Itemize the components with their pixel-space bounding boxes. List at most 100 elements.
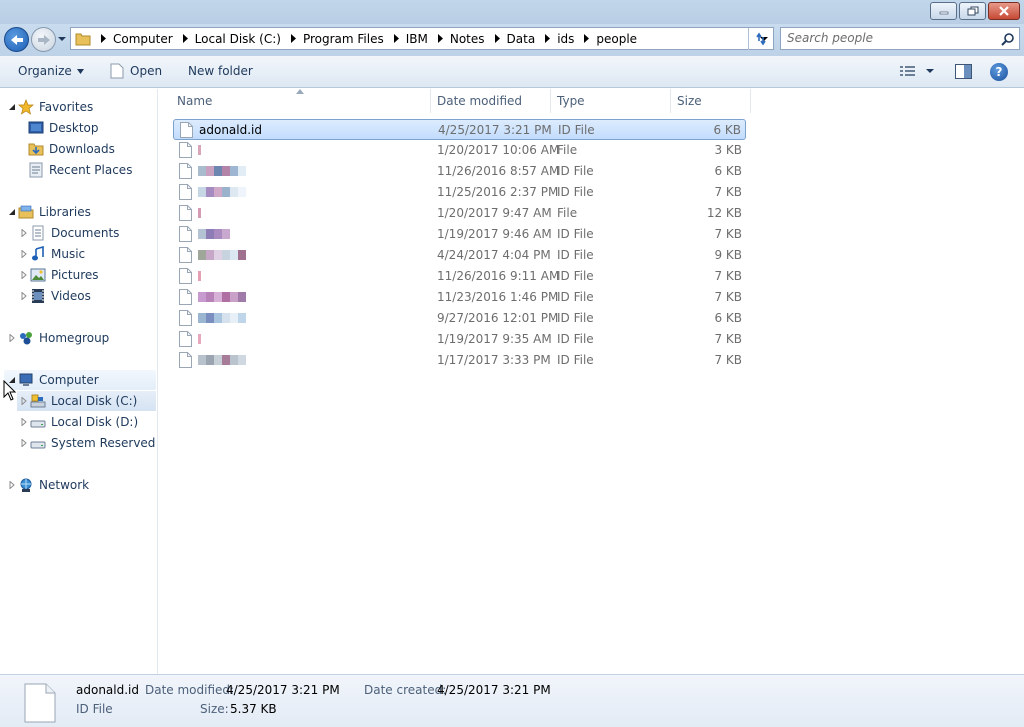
details-pane: adonald.id ID File Date modified: 4/25/2… xyxy=(0,674,1024,727)
file-row[interactable]: 1/19/2017 9:46 AM ID File 7 KB xyxy=(173,224,746,245)
nav-local-disk-d[interactable]: Local Disk (D:) xyxy=(20,412,138,432)
file-type: File xyxy=(557,206,578,220)
nav-pictures[interactable]: Pictures xyxy=(20,265,99,285)
collapsed-arrow-icon[interactable] xyxy=(20,250,28,258)
file-row[interactable]: 11/26/2016 9:11 AM ID File 7 KB xyxy=(173,266,746,287)
crumb-data[interactable]: Data xyxy=(507,32,536,46)
address-bar[interactable]: Computer Local Disk (C:) Program Files I… xyxy=(70,27,774,50)
crumb-notes[interactable]: Notes xyxy=(450,32,485,46)
nav-recent-places-label: Recent Places xyxy=(49,163,133,177)
file-icon xyxy=(179,310,192,326)
column-date-modified[interactable]: Date modified xyxy=(437,89,522,113)
file-row[interactable]: 4/24/2017 4:04 PM ID File 9 KB xyxy=(173,245,746,266)
column-separator[interactable] xyxy=(430,89,431,113)
chevron-right-icon[interactable] xyxy=(543,34,551,43)
chevron-right-icon[interactable] xyxy=(99,34,107,43)
file-row[interactable]: 11/26/2016 8:57 AM ID File 6 KB xyxy=(173,161,746,182)
nav-libraries[interactable]: Libraries xyxy=(8,202,91,222)
collapsed-arrow-icon[interactable] xyxy=(20,229,28,237)
chevron-right-icon[interactable] xyxy=(582,34,590,43)
documents-icon xyxy=(32,225,44,241)
change-view-button[interactable] xyxy=(900,65,936,77)
nav-system-reserved[interactable]: System Reserved (F:) xyxy=(20,433,179,453)
crumb-ibm[interactable]: IBM xyxy=(406,32,428,46)
nav-recent-places[interactable]: Recent Places xyxy=(28,160,132,180)
collapsed-arrow-icon[interactable] xyxy=(8,481,16,489)
file-row[interactable]: 11/23/2016 1:46 PM ID File 7 KB xyxy=(173,287,746,308)
file-row[interactable]: 11/25/2016 2:37 PM ID File 7 KB xyxy=(173,182,746,203)
collapsed-arrow-icon[interactable] xyxy=(20,292,28,300)
new-folder-button[interactable]: New folder xyxy=(188,64,253,78)
file-icon xyxy=(179,184,192,200)
chevron-right-icon[interactable] xyxy=(436,34,444,43)
column-size[interactable]: Size xyxy=(677,89,702,113)
preview-pane-icon[interactable] xyxy=(955,64,972,79)
details-date-modified-label: Date modified: xyxy=(145,683,235,697)
collapsed-arrow-icon[interactable] xyxy=(20,271,28,279)
crumb-local-disk-c[interactable]: Local Disk (C:) xyxy=(195,32,281,46)
collapsed-arrow-icon[interactable] xyxy=(20,418,28,426)
nav-computer[interactable]: Computer xyxy=(4,370,156,390)
homegroup-icon xyxy=(20,332,32,345)
chevron-right-icon[interactable] xyxy=(181,34,189,43)
crumb-ids[interactable]: ids xyxy=(557,32,574,46)
crumb-program-files[interactable]: Program Files xyxy=(303,32,384,46)
nav-network[interactable]: Network xyxy=(8,475,89,495)
libraries-icon xyxy=(18,205,34,219)
nav-favorites-label: Favorites xyxy=(39,100,94,114)
redacted-file-name xyxy=(198,166,246,176)
search-icon[interactable] xyxy=(1001,32,1015,46)
minimize-button[interactable] xyxy=(930,2,957,20)
chevron-right-icon[interactable] xyxy=(289,34,297,43)
star-icon xyxy=(18,99,34,115)
details-size-label: Size: xyxy=(200,702,229,716)
collapsed-arrow-icon[interactable] xyxy=(20,397,28,405)
crumb-computer[interactable]: Computer xyxy=(113,32,173,46)
file-row[interactable]: 1/20/2017 9:47 AM File 12 KB xyxy=(173,203,746,224)
nav-downloads[interactable]: Downloads xyxy=(28,139,115,159)
column-separator[interactable] xyxy=(550,89,551,113)
file-icon xyxy=(179,268,192,284)
column-separator[interactable] xyxy=(750,89,751,113)
refresh-button[interactable] xyxy=(748,28,772,50)
column-type[interactable]: Type xyxy=(557,89,585,113)
file-row[interactable]: 9/27/2016 12:01 PM ID File 6 KB xyxy=(173,308,746,329)
nav-local-disk-c-label: Local Disk (C:) xyxy=(51,394,138,408)
file-icon xyxy=(24,683,56,723)
forward-button[interactable] xyxy=(31,27,56,52)
chevron-right-icon[interactable] xyxy=(392,34,400,43)
nav-documents[interactable]: Documents xyxy=(20,223,119,243)
restore-button[interactable] xyxy=(959,2,986,20)
file-row[interactable]: adonald.id 4/25/2017 3:21 PM ID File 6 KB xyxy=(173,119,746,140)
open-button[interactable]: Open xyxy=(110,63,162,79)
nav-desktop[interactable]: Desktop xyxy=(28,118,99,138)
column-name[interactable]: Name xyxy=(177,89,212,113)
redacted-file-name xyxy=(198,250,246,260)
nav-videos[interactable]: Videos xyxy=(20,286,91,306)
expanded-arrow-icon[interactable] xyxy=(8,103,16,111)
organize-button[interactable]: Organize xyxy=(18,64,84,78)
file-size: 6 KB xyxy=(714,311,742,325)
collapsed-arrow-icon[interactable] xyxy=(20,439,28,447)
recent-pages-dropdown[interactable] xyxy=(58,34,66,44)
back-button[interactable] xyxy=(4,27,29,52)
nav-computer-label: Computer xyxy=(39,373,99,387)
file-row[interactable]: 1/17/2017 3:33 PM ID File 7 KB xyxy=(173,350,746,371)
chevron-right-icon[interactable] xyxy=(493,34,501,43)
file-row[interactable]: 1/19/2017 9:35 AM ID File 7 KB xyxy=(173,329,746,350)
collapsed-arrow-icon[interactable] xyxy=(8,334,16,342)
organize-label: Organize xyxy=(18,64,72,78)
close-button[interactable] xyxy=(988,2,1020,20)
file-type: ID File xyxy=(557,269,594,283)
search-input[interactable] xyxy=(787,31,987,45)
crumb-people[interactable]: people xyxy=(596,32,637,46)
file-size: 7 KB xyxy=(714,269,742,283)
column-separator[interactable] xyxy=(670,89,671,113)
nav-music[interactable]: Music xyxy=(20,244,85,264)
nav-homegroup[interactable]: Homegroup xyxy=(8,328,109,348)
nav-local-disk-c[interactable]: Local Disk (C:) xyxy=(17,391,156,411)
expanded-arrow-icon[interactable] xyxy=(8,208,16,216)
nav-favorites[interactable]: Favorites xyxy=(8,97,93,117)
file-row[interactable]: 1/20/2017 10:06 AM File 3 KB xyxy=(173,140,746,161)
help-icon[interactable]: ? xyxy=(990,63,1008,81)
